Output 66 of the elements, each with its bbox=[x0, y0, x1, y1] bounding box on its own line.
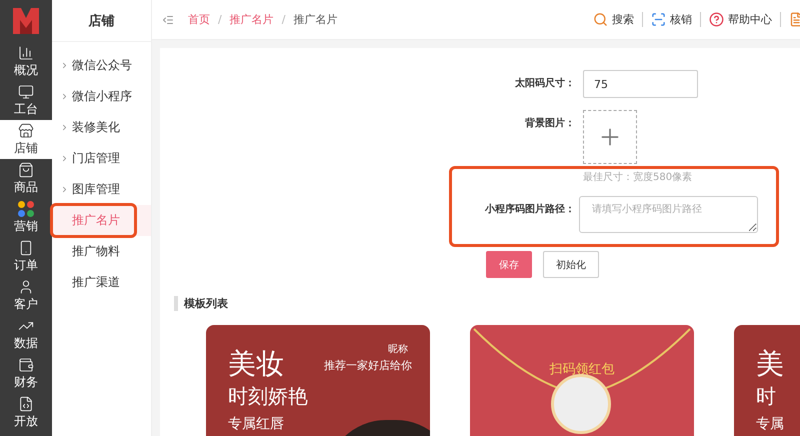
breadcrumb-item[interactable]: 推广名片 bbox=[230, 12, 274, 27]
chevron-icon bbox=[60, 61, 69, 70]
field-label: 太阳码尺寸： bbox=[514, 76, 576, 91]
submenu-item[interactable]: 微信公众号 bbox=[52, 50, 151, 81]
rail-item[interactable]: 店铺 bbox=[0, 120, 52, 159]
breadcrumb-separator: / bbox=[282, 13, 286, 26]
document-icon[interactable] bbox=[789, 12, 800, 27]
scan-icon bbox=[651, 12, 666, 27]
rail-item[interactable]: 概况 bbox=[0, 42, 52, 81]
chevron-icon bbox=[60, 92, 69, 101]
rail-item[interactable]: 财务 bbox=[0, 354, 52, 393]
template-card[interactable]: 美 时 专属 bbox=[734, 325, 800, 436]
submenu-item[interactable]: 推广渠道 bbox=[52, 267, 151, 298]
toolbar-action[interactable]: 核销 bbox=[643, 12, 701, 27]
breadcrumb-item: 推广名片 bbox=[293, 12, 338, 27]
breadcrumb-separator: / bbox=[218, 13, 222, 26]
collapse-icon[interactable] bbox=[162, 14, 174, 26]
rail-icon bbox=[18, 240, 34, 256]
section-title: 模板列表 bbox=[174, 296, 800, 311]
card-nickname: 昵称 bbox=[388, 343, 408, 356]
card-tagline: 专属红唇 bbox=[228, 415, 284, 433]
card-headline: 美妆 bbox=[228, 346, 284, 382]
field-label: 背景图片： bbox=[524, 116, 576, 131]
reset-button[interactable]: 初始化 bbox=[543, 251, 599, 278]
submenu-title: 店铺 bbox=[52, 0, 151, 42]
card-caption: 扫码领红包 bbox=[548, 361, 616, 378]
rail-item[interactable]: 订单 bbox=[0, 237, 52, 276]
search-icon bbox=[593, 12, 608, 27]
toolbar-action[interactable]: 搜索 bbox=[585, 12, 643, 27]
rail-item[interactable]: 工台 bbox=[0, 81, 52, 120]
card-subline: 时 bbox=[756, 383, 776, 410]
chevron-icon bbox=[60, 123, 69, 132]
logo-icon bbox=[11, 6, 41, 36]
upload-hint: 最佳尺寸：宽度580像素 bbox=[583, 170, 694, 184]
help-icon bbox=[709, 12, 724, 27]
breadcrumb-item[interactable]: 首页 bbox=[188, 12, 210, 27]
rail-item[interactable]: 营销 bbox=[0, 198, 52, 237]
card-subline: 时刻娇艳 bbox=[228, 383, 308, 410]
path-textarea[interactable]: 请填写小程序码图片路径 bbox=[579, 196, 758, 233]
card-headline: 美 bbox=[756, 346, 784, 382]
chevron-icon bbox=[60, 154, 69, 163]
rail-item[interactable]: 开放 bbox=[0, 393, 52, 432]
submenu-item[interactable]: 装修美化 bbox=[52, 112, 151, 143]
rail-item[interactable]: 数据 bbox=[0, 315, 52, 354]
rail-icon bbox=[18, 44, 34, 60]
rail-icon bbox=[18, 278, 34, 294]
rail-icon bbox=[18, 84, 34, 100]
rail-icon bbox=[18, 356, 34, 372]
rail-icon bbox=[18, 122, 34, 138]
card-tagline: 专属 bbox=[756, 415, 784, 433]
upload-box[interactable] bbox=[583, 110, 637, 164]
rail-icon bbox=[18, 162, 34, 178]
size-input[interactable]: 75 bbox=[583, 70, 698, 98]
card-slogan: 推荐一家好店给你 bbox=[324, 358, 412, 373]
chevron-icon bbox=[60, 185, 69, 194]
submenu-item[interactable]: 门店管理 bbox=[52, 143, 151, 174]
submenu-item[interactable]: 图库管理 bbox=[52, 174, 151, 205]
rail-icon bbox=[18, 396, 34, 412]
rail-item[interactable]: 客户 bbox=[0, 276, 52, 315]
submenu-item[interactable]: 微信小程序 bbox=[52, 81, 151, 112]
toolbar-action[interactable]: 帮助中心 bbox=[701, 12, 781, 27]
template-card[interactable]: 美妆 时刻娇艳 专属红唇 昵称 推荐一家好店给你 bbox=[206, 325, 430, 436]
rail-item[interactable]: 商品 bbox=[0, 159, 52, 198]
submenu-item[interactable]: 推广物料 bbox=[52, 236, 151, 267]
color-dots-icon bbox=[18, 200, 34, 216]
field-label: 小程序码图片路径： bbox=[484, 202, 576, 217]
